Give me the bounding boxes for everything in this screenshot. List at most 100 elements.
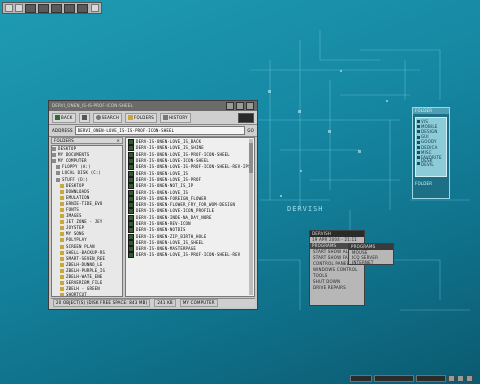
side-panel-footer: FOLDER [415, 181, 433, 186]
history-button[interactable]: HISTORY [160, 112, 191, 123]
segment-1[interactable] [25, 3, 36, 13]
search-icon [95, 115, 101, 120]
folder-icon [60, 250, 64, 255]
address-bar: ADDRESS DERVI_ONEN-LOVE_IS-IS-PROF-ICON-… [49, 125, 257, 137]
folder-icon [128, 115, 134, 120]
side-panel-item-label: VIS [421, 118, 429, 124]
window-title: DERVI_ONEN_IS-IS-PROF-ICON-SHEEL [52, 103, 133, 108]
file-icon [128, 195, 134, 202]
close-button[interactable] [246, 102, 254, 110]
file-item-label: DERV-IS-ONEN-LOVE_IS [136, 170, 189, 176]
file-item-label: DERV-IS-ONEN-FOREIGN_FLOWER [136, 195, 207, 201]
submenu-item-label: INTERNET [352, 259, 374, 265]
settings-icon[interactable] [91, 4, 99, 12]
file-item-label: DERV-IS-ONEN-LOVE_IS_BACK [136, 139, 202, 145]
tray-icon-1[interactable] [448, 375, 455, 382]
submenu-item[interactable]: INTERNET [349, 260, 393, 265]
folder-icon [60, 195, 64, 200]
go-button[interactable]: GO [247, 128, 254, 133]
side-panel-item-label: GOODY [421, 139, 437, 145]
view-icon[interactable] [238, 112, 254, 123]
folder-icon [60, 256, 64, 261]
menu-icon[interactable] [5, 4, 13, 12]
file-item-label: DERV-IS-ONEN-LOVE_IS-PROF-ICON-SHEEL-REV [136, 252, 241, 258]
start-menu-item-label: DRIVE REPAIRS [313, 285, 346, 290]
tree-node-label: JET ZONE - JEY [66, 219, 103, 225]
segment-2[interactable] [38, 3, 49, 13]
tree-node-label: FONTS [66, 206, 80, 212]
folder-icon [60, 275, 64, 280]
search-button[interactable]: SEARCH [92, 112, 123, 123]
tree-node-label: MY SONG [66, 231, 85, 237]
segment-5[interactable] [77, 3, 88, 13]
tree-node-label: SMART-SEVEN_REE [66, 255, 106, 261]
file-item-label: DERV-IS-ONEN-LOVE-ICON-SHEEL [136, 158, 210, 164]
file-item-label: DERV-IS-ONEN-REV-ICON [136, 221, 191, 226]
submenu-item-label: ICQ SERVER [352, 254, 379, 260]
programs-submenu: PROGRAMS MOUSE ICQ SERVER INTERNET [348, 243, 394, 265]
file-list-scrollbar[interactable] [249, 139, 253, 295]
address-input[interactable]: DERVI_ONEN-LOVE_IS-IS-PROF-ICON-SHEEL [74, 126, 246, 135]
tree-node-label: SHORTCUT [66, 292, 87, 297]
file-item-label: DERV-IS-ONEN-NOTDIS [136, 227, 186, 233]
tree-node[interactable]: SHORTCUT [52, 292, 122, 297]
file-icon [128, 202, 134, 209]
start-menu-item[interactable]: DRIVE REPAIRS [310, 285, 364, 291]
folder-icon [417, 161, 420, 165]
file-item-label: DERV-IS-ONEN-LOVE_IS-PROF-ICON-SHEEL [136, 151, 230, 157]
back-button[interactable]: BACK [52, 112, 76, 123]
file-item-label: DERV-IS-ONEN-INDE-NA_DAY_NORE [136, 214, 212, 220]
file-icon [128, 139, 134, 146]
file-icon [128, 239, 134, 246]
minimize-button[interactable] [226, 102, 234, 110]
file-icon [128, 176, 134, 183]
folders-button[interactable]: FOLDERS [125, 112, 158, 123]
up-button[interactable] [78, 112, 90, 123]
folder-icon [60, 201, 64, 206]
back-arrow-icon [55, 115, 60, 120]
explorer-titlebar[interactable]: DERVI_ONEN_IS-IS-PROF-ICON-SHEEL [49, 101, 257, 111]
tree-node-label: FLOPPY (A:) [62, 164, 91, 170]
start-menu-item-label: WINDOWS CONTROL [313, 267, 358, 272]
file-item-label: DERV-IS-ONEN-NOT_IS_IP [136, 183, 194, 189]
tray-icon-3[interactable] [466, 375, 473, 382]
scroll-thumb[interactable] [249, 143, 253, 173]
taskbar [350, 374, 478, 383]
folder-tree: DESKTOP MY DOCUMENTS MY COMPUTER FLOPPY (A:… [51, 145, 123, 297]
segment-3[interactable] [51, 3, 62, 13]
file-icon [128, 164, 134, 171]
side-panel-header[interactable]: FOLDER [413, 108, 449, 114]
tree-node-label: DESKTOP [58, 146, 77, 152]
file-item-label: DERV-IS-ONEN-ZIP_BIRTH_HOLE [136, 233, 207, 239]
folder-icon [417, 135, 420, 139]
segment-4[interactable] [64, 3, 75, 13]
submenu-item-label: MOUSE [352, 249, 368, 255]
tree-node-label: SERVERIBM_FILE [66, 280, 103, 286]
file-item[interactable]: DERV-IS-ONEN-LOVE_IS-PROF-ICON-SHEEL-REV [128, 252, 252, 259]
history-icon [163, 115, 169, 120]
taskbar-clock [416, 375, 446, 382]
folder-icon [56, 165, 60, 170]
tree-node-label: SHELL-BACKUP-RS [66, 249, 106, 255]
folder-icon [56, 171, 60, 176]
taskbar-task-2[interactable] [374, 375, 414, 382]
file-item-label: DERV-IS-ONEN-MASTERPAGE [136, 246, 196, 252]
folder-icon [417, 120, 420, 124]
tree-node-label: EMULATION [66, 194, 90, 200]
close-pane-icon[interactable]: × [116, 138, 120, 143]
desktop-deco-text: DERVISH [287, 205, 324, 213]
tray-icon-2[interactable] [457, 375, 464, 382]
tree-node-label: ZBELH-DUNNO_LE [66, 261, 103, 267]
tree-node-label: ERNIE-TIDE_EVO [66, 200, 103, 206]
folder-icon [60, 183, 64, 188]
side-panel-item[interactable]: DESK DEVIL [417, 158, 445, 168]
maximize-button[interactable] [236, 102, 244, 110]
address-label: ADDRESS [52, 127, 73, 133]
side-panel-item-label: DESK DEVIL [421, 158, 434, 168]
file-icon [128, 227, 134, 234]
file-icon [128, 183, 134, 190]
window-icon[interactable] [15, 4, 23, 12]
file-item-label: DERV-IS-ONEN-LOVE_IS_SHINE [136, 145, 204, 151]
tree-node-label: DOWNLOADS [66, 188, 90, 194]
taskbar-task-1[interactable] [350, 375, 372, 382]
